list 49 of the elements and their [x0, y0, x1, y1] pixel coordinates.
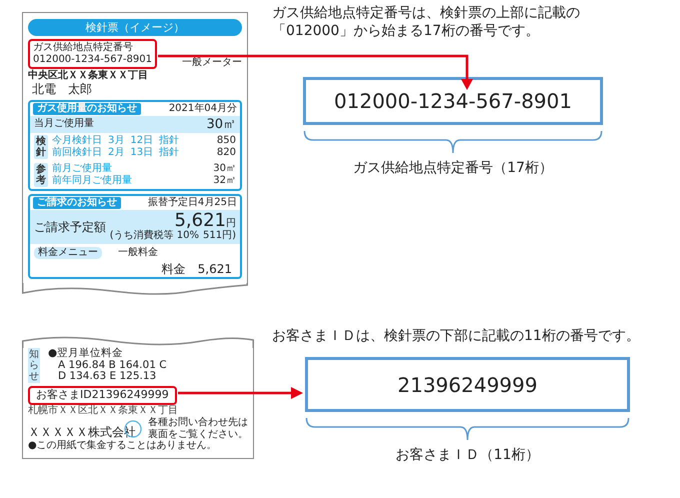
explanation-text: お客さまＩＤは、検針票の下部に記載の11桁の番号です。 [272, 327, 640, 346]
unit-price-line: D 134.63 E 125.13 [58, 371, 158, 383]
usage-label: 当月ご使用量 [34, 118, 94, 130]
tax-amount: 511円) [203, 230, 236, 242]
row-value: 30㎥ [213, 163, 236, 176]
number-box: 012000-1234-567-8901 [303, 77, 603, 126]
menu-value: 一般料金 [118, 247, 158, 260]
row-label: 今月検針日 [52, 135, 102, 146]
reading-month: 2月 [108, 147, 124, 160]
row-label: 前月ご使用量 [52, 163, 112, 175]
row-value: 850 [216, 135, 236, 148]
currency-unit: 円 [226, 218, 236, 230]
amount-label: ご請求予定額 [34, 220, 106, 234]
transfer-date: 振替予定日4月25日 [148, 197, 237, 210]
supply-point-label: ガス供給地点特定番号 [33, 42, 134, 54]
contact-note-line: 各種お問い合わせ先は [148, 417, 248, 428]
unit-price-line: A 196.84 B 164.01 C [58, 360, 167, 371]
address: 中央区北ＸＸ条東ＸＸ丁目 [28, 70, 149, 82]
customer-id: お客さまID21396249999 [28, 386, 177, 405]
row-value: 820 [216, 147, 236, 160]
footer-note: ●この用紙で集金することはありません。 [28, 440, 218, 452]
explanation-text: ガス供給地点特定番号は、検針票の上部に記載の「012000」から始まる17桁の番号です。 [272, 4, 581, 40]
amount-value: 5,621 [174, 210, 226, 232]
unit-price-title: ●翌月単位料金 [48, 348, 124, 360]
reading-label: 指針 [159, 147, 180, 160]
reading-label: 指針 [159, 135, 180, 146]
charge-label: 料金 [162, 262, 186, 277]
panel-heading: ガス使用量のお知らせ [33, 102, 141, 115]
number-box: 21396249999 [305, 357, 630, 412]
customer-name: 北電 太郎 [32, 82, 93, 97]
panel-heading: ご請求のお知らせ [33, 197, 121, 210]
contact-note-line: 裏面をご覧ください。 [148, 428, 248, 440]
meter-type: 一般メーター [182, 57, 242, 70]
charge-value: 5,621 [198, 262, 232, 277]
row-value: 32㎥ [213, 175, 236, 188]
reading-day: 12日 [130, 135, 154, 148]
row-label: 前回検針日 [52, 147, 102, 160]
billing-period: 2021年04月分 [168, 102, 237, 115]
menu-label: 料金メニュー [34, 247, 102, 260]
reading-day: 13日 [130, 147, 154, 160]
brace-caption: お客さまＩＤ（11桁） [394, 446, 540, 464]
reading-month: 3月 [108, 135, 124, 147]
tax-note: (うち消費税等 10% [110, 230, 199, 242]
brace-caption: ガス供給地点特定番号（17桁） [352, 159, 554, 178]
slip-title: 検針票（イメージ） [28, 19, 242, 36]
usage-value: 30㎥ [206, 116, 236, 132]
row-label: 前年同月ご使用量 [52, 175, 132, 188]
supply-point-number: 012000-1234-567-8901 [33, 54, 152, 66]
company-address: 札幌市ＸＸ区北ＸＸ条東ＸＸ丁目 [28, 404, 179, 416]
